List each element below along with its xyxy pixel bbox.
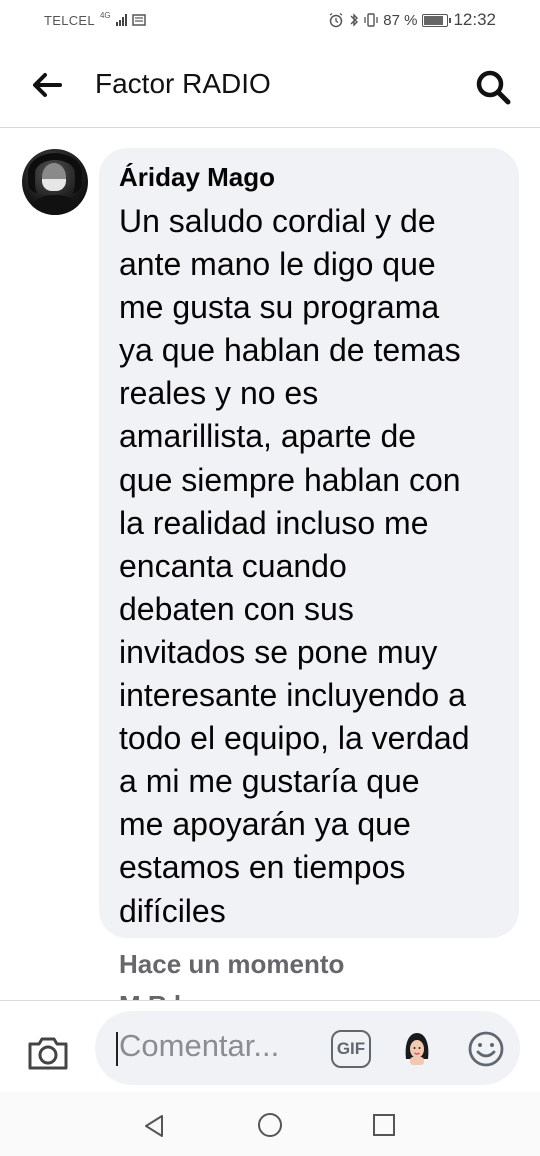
camera-button[interactable] — [26, 1033, 70, 1073]
gif-button[interactable]: GIF — [331, 1030, 371, 1068]
bluetooth-icon — [350, 13, 359, 27]
comment-line: interesante incluyendo a — [119, 677, 466, 714]
smiley-icon — [468, 1031, 504, 1067]
avatar-sticker-button[interactable] — [402, 1029, 432, 1069]
comment-line: ante mano le digo que — [119, 246, 436, 283]
camera-icon — [28, 1037, 68, 1070]
avatar-hood — [28, 153, 82, 193]
carrier-label: TELCEL — [44, 12, 95, 28]
comment-timestamp: Hace un momento — [119, 949, 345, 979]
vibrate-icon — [364, 13, 378, 27]
network-type-label: 4G — [99, 10, 111, 20]
comment-line: Un saludo cordial y de — [119, 203, 436, 239]
page-title: Factor RADIO — [95, 68, 271, 99]
comment-input[interactable]: Comentar... GIF — [95, 1011, 520, 1085]
arrow-left-icon — [33, 73, 62, 97]
comment-line: debaten con sus — [119, 590, 354, 627]
comment-author[interactable]: Áriday Mago — [119, 162, 501, 192]
comment-line: amarillista, aparte de — [119, 418, 417, 455]
status-bar: TELCEL 4G 87 % 12:32 — [0, 0, 540, 40]
avatar-sticker-icon — [405, 1033, 429, 1065]
comment-line: me apoyarán ya que — [119, 806, 411, 843]
next-comment-author-partial: M R l — [119, 990, 181, 1000]
nav-home-icon — [258, 1113, 282, 1137]
avatar-shoulders — [26, 195, 84, 215]
clock: 12:32 — [453, 10, 496, 29]
comment-line: ya que hablan de temas — [119, 332, 461, 369]
nav-back-icon — [145, 1115, 163, 1137]
system-nav-bar — [0, 1092, 540, 1156]
comment-line: me gusta su programa — [119, 289, 440, 326]
status-right: 87 % 12:32 — [328, 10, 496, 30]
battery-percent: 87 % — [383, 11, 418, 29]
comment-line: todo el equipo, la verdad — [119, 720, 470, 757]
comment-item: Áriday Mago Un saludo cordial y de ante … — [0, 128, 540, 1000]
gif-label: GIF — [336, 1039, 366, 1058]
page-header: Factor RADIO — [0, 40, 540, 128]
comment-placeholder: Comentar... — [119, 1028, 280, 1063]
nav-recent-icon — [373, 1114, 395, 1136]
comment-composer: Comentar... GIF — [0, 1000, 540, 1092]
emoji-button[interactable] — [467, 1030, 505, 1068]
comment-text: Un saludo cordial y de ante mano le digo… — [119, 200, 501, 933]
back-button[interactable] — [30, 68, 64, 102]
sim-card-icon — [131, 14, 146, 26]
alarm-icon — [329, 12, 343, 28]
battery-icon — [422, 13, 452, 27]
nav-recent-button[interactable] — [372, 1113, 396, 1137]
nav-home-button[interactable] — [257, 1112, 283, 1138]
comment-line: estamos en tiempos — [119, 849, 406, 886]
avatar[interactable] — [22, 149, 88, 215]
comment-line: que siempre hablan con — [119, 461, 461, 498]
status-left: TELCEL 4G — [44, 10, 146, 28]
comment-line: encanta cuando — [119, 547, 347, 584]
signal-strength-icon — [115, 14, 127, 26]
comment-bubble[interactable]: Áriday Mago Un saludo cordial y de ante … — [99, 148, 519, 938]
comment-line: difíciles — [119, 892, 226, 929]
nav-back-button[interactable] — [140, 1112, 168, 1140]
comment-line: la realidad incluso me — [119, 504, 429, 541]
text-caret — [116, 1032, 118, 1066]
comment-line: invitados se pone muy — [119, 633, 438, 670]
comment-line: reales y no es — [119, 375, 319, 412]
battery-level — [424, 15, 444, 25]
search-icon — [476, 70, 511, 105]
comment-line: a mi me gustaría que — [119, 763, 420, 800]
search-button[interactable] — [472, 66, 514, 108]
